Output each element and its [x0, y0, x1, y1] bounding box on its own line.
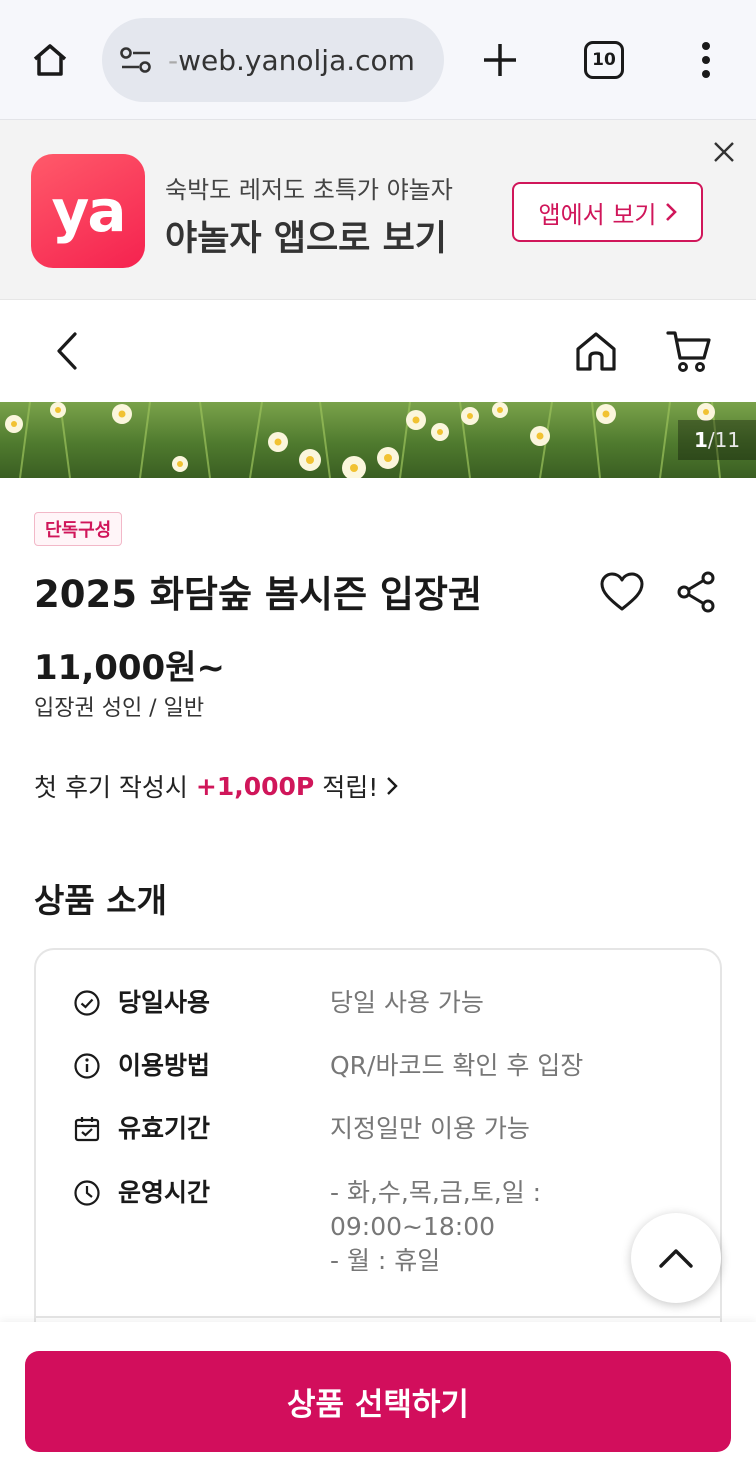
- review-promo-points: +1,000P: [195, 771, 315, 801]
- close-icon[interactable]: [706, 134, 742, 170]
- info-label: 유효기간: [118, 1114, 211, 1143]
- image-counter-total: /11: [707, 428, 741, 452]
- tab-switcher-button[interactable]: 10: [584, 41, 624, 79]
- clock-icon: [72, 1178, 102, 1208]
- browser-home-icon[interactable]: [28, 38, 72, 82]
- open-in-app-button[interactable]: 앱에서 보기: [512, 182, 703, 242]
- heart-icon[interactable]: [596, 568, 648, 616]
- yanolja-logo: ya: [31, 154, 145, 268]
- chevron-right-icon: [665, 203, 677, 221]
- chevron-right-icon: [386, 775, 398, 797]
- address-bar[interactable]: -web.yanolja.com: [102, 18, 444, 102]
- open-in-app-label: 앱에서 보기: [538, 200, 657, 229]
- review-promo-suffix: 적립!: [322, 773, 379, 802]
- review-promo-prefix: 첫 후기 작성시: [34, 773, 188, 802]
- image-counter: 1/11: [678, 420, 756, 460]
- product-price: 11,000원~: [34, 648, 225, 688]
- page-header: [0, 300, 756, 402]
- section-title-intro: 상품 소개: [34, 881, 167, 920]
- back-icon[interactable]: [44, 328, 90, 374]
- price-option: 입장권 성인 / 일반: [34, 696, 205, 721]
- scroll-to-top-button[interactable]: [631, 1213, 721, 1303]
- exclusive-badge: 단독구성: [34, 512, 123, 546]
- banner-subtitle: 숙박도 레저도 초특가 야놀자: [165, 176, 453, 204]
- calendar-check-icon: [72, 1114, 102, 1144]
- info-row-same-day: 당일사용 당일 사용 가능: [72, 986, 630, 1020]
- info-value: - 화,수,목,금,토,일 : 09:00~18:00 - 월 : 휴일: [330, 1178, 542, 1275]
- banner-title: 야놀자 앱으로 보기: [165, 219, 447, 259]
- browser-toolbar: -web.yanolja.com 10: [0, 0, 756, 120]
- image-counter-current: 1: [693, 428, 708, 452]
- cart-icon[interactable]: [664, 326, 714, 376]
- product-title: 2025 화담숲 봄시즌 입장권: [34, 573, 482, 616]
- url-dash: -: [168, 43, 179, 77]
- more-menu-icon[interactable]: [686, 36, 726, 84]
- chevron-up-icon: [659, 1249, 693, 1268]
- info-row-usage: 이용방법 QR/바코드 확인 후 입장: [72, 1049, 630, 1083]
- info-row-validity: 유효기간 지정일만 이용 가능: [72, 1112, 630, 1146]
- info-label: 당일사용: [118, 988, 211, 1017]
- card-divider: [36, 1316, 720, 1318]
- info-label: 이용방법: [118, 1051, 211, 1080]
- home-icon[interactable]: [572, 326, 620, 376]
- info-label: 운영시간: [118, 1178, 211, 1207]
- info-value: 지정일만 이용 가능: [330, 1114, 530, 1143]
- bottom-action-bar: 상품 선택하기: [0, 1322, 756, 1481]
- site-settings-icon[interactable]: [118, 42, 154, 78]
- url-value: web.yanolja.com: [178, 43, 415, 77]
- info-value: QR/바코드 확인 후 입장: [330, 1051, 584, 1080]
- share-icon[interactable]: [672, 568, 720, 616]
- app-install-banner: ya 숙박도 레저도 초특가 야놀자 야놀자 앱으로 보기 앱에서 보기: [0, 120, 756, 300]
- info-row-hours: 운영시간 - 화,수,목,금,토,일 : 09:00~18:00 - 월 : 휴…: [72, 1176, 630, 1278]
- daffodil-field-image: [5, 402, 721, 478]
- select-product-button[interactable]: 상품 선택하기: [25, 1351, 731, 1452]
- review-points-promo[interactable]: 첫 후기 작성시 +1,000P 적립!: [34, 768, 398, 804]
- product-image-carousel[interactable]: 1/11: [0, 402, 756, 478]
- check-circle-icon: [72, 988, 102, 1018]
- product-intro-card: 당일사용 당일 사용 가능 이용방법 QR/바코드 확인 후 입장 유효기간 지…: [34, 948, 722, 1368]
- url-text[interactable]: -web.yanolja.com: [168, 44, 415, 77]
- info-icon: [72, 1051, 102, 1081]
- new-tab-icon[interactable]: [476, 36, 524, 84]
- info-value: 당일 사용 가능: [330, 988, 484, 1017]
